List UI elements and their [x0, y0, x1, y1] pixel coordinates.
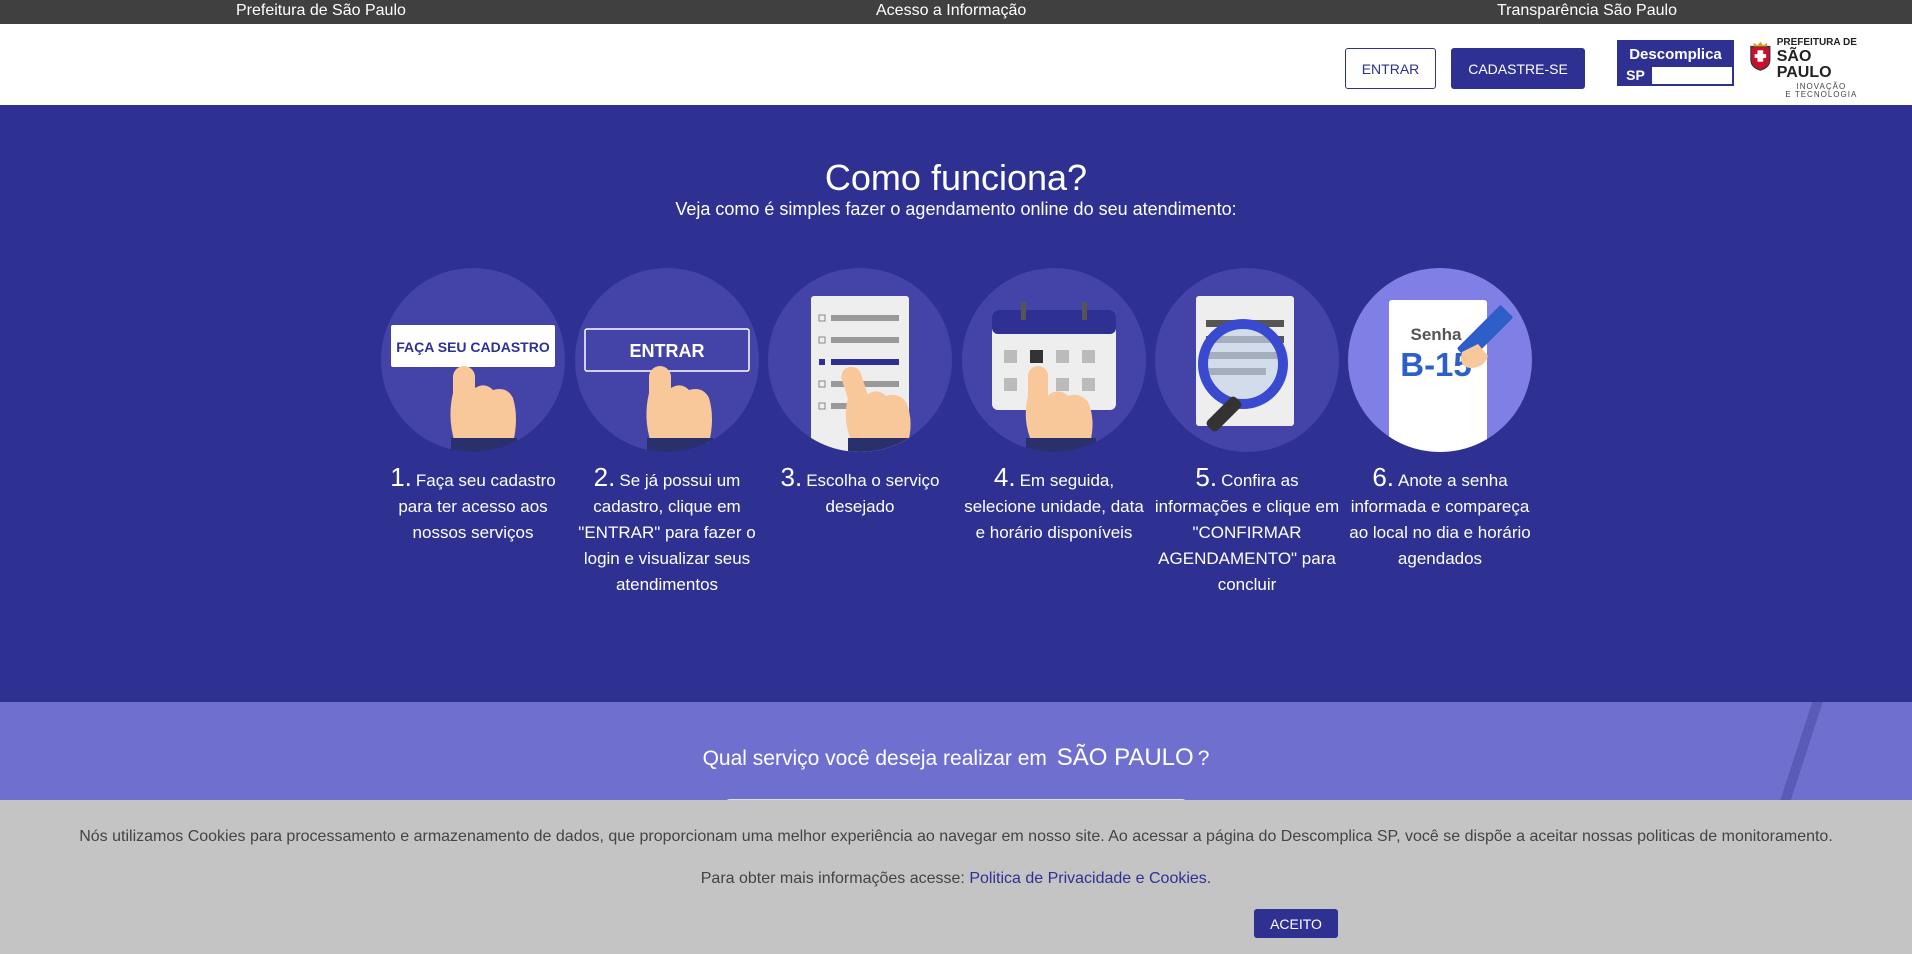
city-crest-icon: [1750, 41, 1771, 71]
site-header: ENTRAR CADASTRE-SE Descomplica SP PREFEI…: [0, 24, 1912, 105]
step-2-number: 2.: [593, 462, 616, 492]
prefeitura-logo-line2: SÃO PAULO: [1776, 48, 1832, 81]
step-5-illustration: [1155, 268, 1339, 452]
step-3-illustration: [768, 268, 952, 452]
search-question: Qual serviço você deseja realizar em SÃO…: [0, 744, 1912, 772]
descomplica-logo-sp: SP: [1619, 67, 1652, 84]
step-2: ENTRAR 2. Se já possui um cadastro, cliqu…: [574, 268, 760, 598]
descomplica-logo[interactable]: Descomplica SP: [1617, 40, 1734, 86]
step-6: Senha B-15 6. Anote a senha informada e c…: [1347, 268, 1533, 572]
cookie-banner: Nós utilizamos Cookies para processament…: [0, 800, 1912, 954]
section-title: Como funciona?: [824, 157, 1088, 198]
prefeitura-link[interactable]: Prefeitura de São Paulo: [236, 2, 406, 20]
step-4-text: Em seguida, selecione unidade, data e ho…: [964, 471, 1144, 542]
calendar-hand-icon: [992, 302, 1116, 452]
step-6-illustration: Senha B-15: [1348, 268, 1532, 452]
step-1-number: 1.: [390, 462, 412, 492]
cookie-more-prefix: Para obter mais informações acesse:: [700, 870, 965, 887]
section-subtitle: Veja como é simples fazer o agendamento …: [675, 199, 1237, 219]
top-bar: Prefeitura de São Paulo Acesso a Informa…: [0, 0, 1912, 24]
city-name: SÃO PAULO: [1056, 744, 1194, 771]
step-2-illustration: ENTRAR: [575, 268, 759, 452]
step-2-illustration-label: ENTRAR: [630, 341, 705, 361]
step-3: 3. Escolha o serviço desejado: [767, 268, 953, 520]
step-4-illustration: [962, 268, 1146, 452]
login-button[interactable]: ENTRAR: [1345, 48, 1436, 89]
prefeitura-logo[interactable]: PREFEITURA DE SÃO PAULO INOVAÇÃO E TECNO…: [1748, 37, 1866, 99]
step-1: FAÇA SEU CADASTRO 1. Faça seu cadastro pa…: [380, 268, 566, 546]
signup-button[interactable]: CADASTRE-SE: [1451, 48, 1585, 89]
step-1-text: Faça seu cadastro para ter acesso aos no…: [398, 471, 556, 542]
step-1-illustration-label: FAÇA SEU CADASTRO: [396, 339, 550, 355]
acesso-informacao-link[interactable]: Acesso a Informação: [876, 2, 1026, 20]
step-5-number: 5.: [1195, 462, 1218, 492]
step-3-text: Escolha o serviço desejado: [806, 471, 940, 516]
cookie-message: Nós utilizamos Cookies para processament…: [79, 828, 1833, 845]
step-4: 4. Em seguida, selecione unidade, data e …: [961, 268, 1147, 546]
privacy-policy-link[interactable]: Politica de Privacidade e Cookies.: [969, 870, 1211, 887]
step-1-illustration: FAÇA SEU CADASTRO: [381, 268, 565, 452]
step-6-number: 6.: [1372, 462, 1395, 492]
how-it-works-section: Como funciona? Veja como é simples fazer…: [0, 105, 1912, 702]
search-question-prefix: Qual serviço você deseja realizar em: [702, 747, 1047, 770]
cookie-more-info: Para obter mais informações acesse: Poli…: [0, 870, 1912, 888]
prefeitura-logo-line4: E TECNOLOGIA: [1785, 90, 1858, 99]
descomplica-logo-text: Descomplica: [1619, 42, 1732, 67]
login-hand-icon: ENTRAR: [584, 328, 750, 452]
accept-cookies-button[interactable]: ACEITO: [1254, 909, 1338, 938]
service-list-icon: [811, 296, 918, 452]
prefeitura-logo-line1: PREFEITURA DE: [1776, 37, 1857, 48]
ticket-pencil-icon: Senha B-15: [1389, 300, 1513, 452]
step-4-number: 4.: [993, 462, 1016, 492]
transparencia-link[interactable]: Transparência São Paulo: [1497, 2, 1677, 20]
signup-hand-icon: FAÇA SEU CADASTRO: [391, 325, 555, 452]
step-5-text: Confira as informações e clique em "CONF…: [1154, 471, 1340, 594]
step-3-number: 3.: [780, 462, 803, 492]
magnifier-document-icon: [1196, 296, 1294, 432]
step-6-illustration-label: Senha: [1410, 325, 1462, 344]
step-5: 5. Confira as informações e clique em "CO…: [1154, 268, 1340, 598]
search-question-suffix: ?: [1197, 747, 1210, 770]
